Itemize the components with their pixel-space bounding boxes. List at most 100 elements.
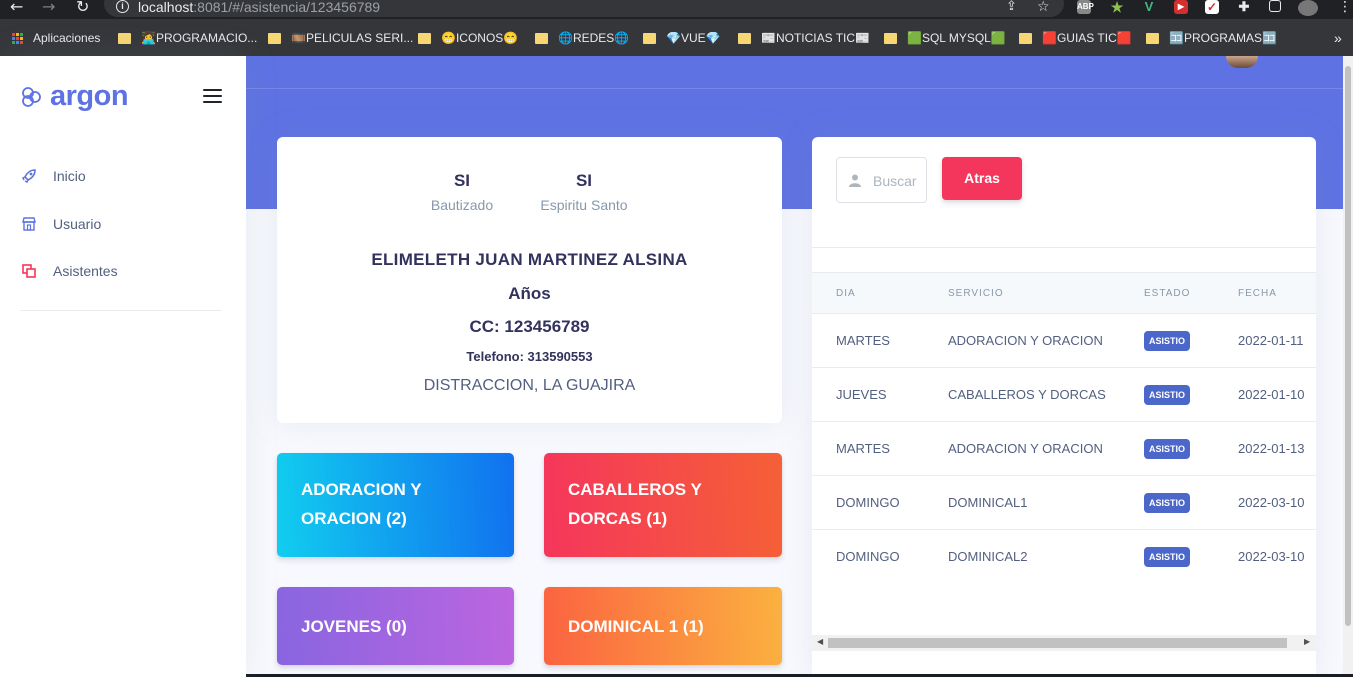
site-info-icon[interactable]: i <box>116 0 129 13</box>
brand-text: argon <box>50 80 129 112</box>
bookmark-folder[interactable]: 😁ICONOS😁 <box>418 30 518 46</box>
argon-logo-icon <box>22 86 41 107</box>
bookmark-folder[interactable]: 👩‍💻PROGRAMACIO... <box>118 30 257 46</box>
table-horizontal-scrollbar[interactable]: ◀ ▶ <box>812 635 1316 651</box>
table-row[interactable]: DOMINGO DOMINICAL2 ASISTIO 2022-03-10 <box>812 530 1316 584</box>
scrollbar-thumb[interactable] <box>828 638 1287 648</box>
table-row[interactable]: MARTES ADORACION Y ORACION ASISTIO 2022-… <box>812 422 1316 476</box>
cell-fecha: 2022-01-13 <box>1238 441 1305 456</box>
folder-icon <box>1019 32 1032 44</box>
service-card-count: ORACION (2) <box>301 509 407 528</box>
bookmark-label: 😁ICONOS😁 <box>441 31 519 45</box>
tab-search-icon[interactable] <box>1269 0 1281 12</box>
bookmarks-overflow[interactable]: » <box>1334 30 1342 46</box>
bookmark-folder[interactable]: 🟩SQL MYSQL🟩 <box>884 30 1006 46</box>
folder-icon <box>643 32 656 44</box>
column-header-estado[interactable]: ESTADO <box>1144 288 1190 299</box>
copy-icon <box>20 262 38 280</box>
table-row[interactable]: JUEVES CABALLEROS Y DORCAS ASISTIO 2022-… <box>812 368 1316 422</box>
cell-dia: DOMINGO <box>836 495 900 510</box>
bookmark-label: 🌐REDES🌐 <box>558 31 630 45</box>
column-header-dia[interactable]: DIA <box>836 288 856 299</box>
user-icon <box>849 174 861 187</box>
sidebar-toggle-icon[interactable] <box>203 89 222 107</box>
forward-arrow-icon[interactable]: → <box>42 0 55 16</box>
profile-avatar-icon[interactable] <box>1298 0 1318 16</box>
stat-value: SI <box>575 171 593 190</box>
column-header-servicio[interactable]: SERVICIO <box>948 288 1004 299</box>
folder-icon <box>738 32 751 44</box>
stat-bautizado: SI Bautizado <box>429 171 495 213</box>
bookmark-label: 💎VUE💎 <box>666 31 721 45</box>
service-card-adoracion[interactable]: ADORACION Y ORACION (2) <box>277 453 514 557</box>
bookmark-folder[interactable]: 🌐REDES🌐 <box>535 30 629 46</box>
browser-menu-icon[interactable]: ⋮ <box>1338 0 1352 16</box>
reload-icon[interactable]: ↻ <box>76 0 89 16</box>
bookmark-label: Aplicaciones <box>33 31 101 45</box>
brand-logo[interactable]: argon <box>20 80 129 113</box>
bookmark-apps[interactable]: Aplicaciones <box>12 30 100 46</box>
url-path: :8081/#/asistencia/123456789 <box>193 0 381 15</box>
cell-servicio: DOMINICAL2 <box>948 549 1028 564</box>
bookmark-folder[interactable]: 📰NOTICIAS TIC📰 <box>738 30 870 46</box>
status-badge: ASISTIO <box>1144 547 1191 567</box>
service-card-jovenes[interactable]: JOVENES (0) <box>277 587 514 665</box>
back-arrow-icon[interactable]: ← <box>10 0 23 16</box>
apps-grid-icon <box>12 32 23 44</box>
sidebar-item-label: Asistentes <box>53 263 118 279</box>
table-divider <box>812 247 1316 248</box>
folder-icon <box>1146 32 1159 44</box>
search-placeholder: Buscar <box>873 173 917 189</box>
share-icon[interactable]: ⇪ <box>1006 0 1017 16</box>
table-header: DIA SERVICIO ESTADO FECHA <box>812 272 1316 314</box>
attendance-table-card: Buscar Atras DIA SERVICIO ESTADO FECHA M… <box>812 137 1316 677</box>
service-card-title: ADORACION Y <box>301 480 422 499</box>
stat-label: Espiritu Santo <box>540 197 628 213</box>
page-scrollbar-thumb[interactable] <box>1345 66 1351 626</box>
scroll-right-icon[interactable]: ▶ <box>1304 637 1310 646</box>
service-card-caballeros[interactable]: CABALLEROS Y DORCAS (1) <box>544 453 782 557</box>
page-vertical-scrollbar[interactable] <box>1343 56 1353 677</box>
sidebar-item-label: Usuario <box>53 216 102 232</box>
extensions-puzzle-icon[interactable]: ✚ <box>1237 0 1251 14</box>
vue-devtools-icon[interactable]: V <box>1142 0 1156 14</box>
sidebar-item-label: Inicio <box>53 168 86 184</box>
bookmark-folder[interactable]: 💎VUE💎 <box>643 30 721 46</box>
bookmark-label: 👩‍💻PROGRAMACIO... <box>141 31 258 45</box>
bookmark-label: 🈁PROGRAMAS🈁 <box>1169 31 1277 45</box>
browser-toolbar: ← → ↻ i localhost:8081/#/asistencia/1234… <box>0 0 1353 19</box>
cell-dia: MARTES <box>836 441 890 456</box>
rocket-icon <box>20 167 38 185</box>
adblock-icon[interactable]: ABP <box>1077 0 1094 14</box>
back-button[interactable]: Atras <box>942 157 1022 200</box>
cell-servicio: ADORACION Y ORACION <box>948 333 1103 348</box>
folder-icon <box>118 32 131 44</box>
search-input[interactable]: Buscar <box>836 157 927 203</box>
bookmarks-bar: Aplicaciones 👩‍💻PROGRAMACIO... 🎞️PELICUL… <box>0 19 1353 56</box>
table-row[interactable]: DOMINGO DOMINICAL1 ASISTIO 2022-03-10 <box>812 476 1316 530</box>
sidebar-item-usuario[interactable]: Usuario <box>20 212 101 236</box>
scroll-left-icon[interactable]: ◀ <box>817 637 823 646</box>
url-text[interactable]: localhost:8081/#/asistencia/123456789 <box>138 0 380 15</box>
bookmark-folder[interactable]: 🟥GUIAS TIC🟥 <box>1019 30 1132 46</box>
cell-fecha: 2022-03-10 <box>1238 549 1305 564</box>
sidebar-item-inicio[interactable]: Inicio <box>20 164 86 188</box>
bookmark-folder[interactable]: 🎞️PELICULAS SERI... <box>268 30 413 46</box>
bookmark-folder[interactable]: 🈁PROGRAMAS🈁 <box>1146 30 1277 46</box>
sidebar-item-asistentes[interactable]: Asistentes <box>20 259 118 283</box>
red-extension-icon[interactable]: ▶ <box>1174 0 1188 14</box>
folder-icon <box>268 32 281 44</box>
table-row[interactable]: MARTES ADORACION Y ORACION ASISTIO 2022-… <box>812 314 1316 368</box>
status-badge: ASISTIO <box>1144 385 1191 405</box>
stat-label: Bautizado <box>430 197 494 213</box>
folder-icon <box>884 32 897 44</box>
star-extension-icon[interactable]: ★ <box>1110 0 1124 14</box>
sidebar: argon Inicio Usuario Asistentes <box>0 56 246 677</box>
bookmark-star-icon[interactable]: ☆ <box>1037 0 1050 16</box>
sidebar-divider <box>20 310 221 311</box>
checklist-extension-icon[interactable]: ✓ <box>1205 0 1219 14</box>
column-header-fecha[interactable]: FECHA <box>1238 288 1277 299</box>
folder-icon <box>535 32 548 44</box>
service-card-dominical[interactable]: DOMINICAL 1 (1) <box>544 587 782 665</box>
profile-location: DISTRACCION, LA GUAJIRA <box>423 377 636 394</box>
